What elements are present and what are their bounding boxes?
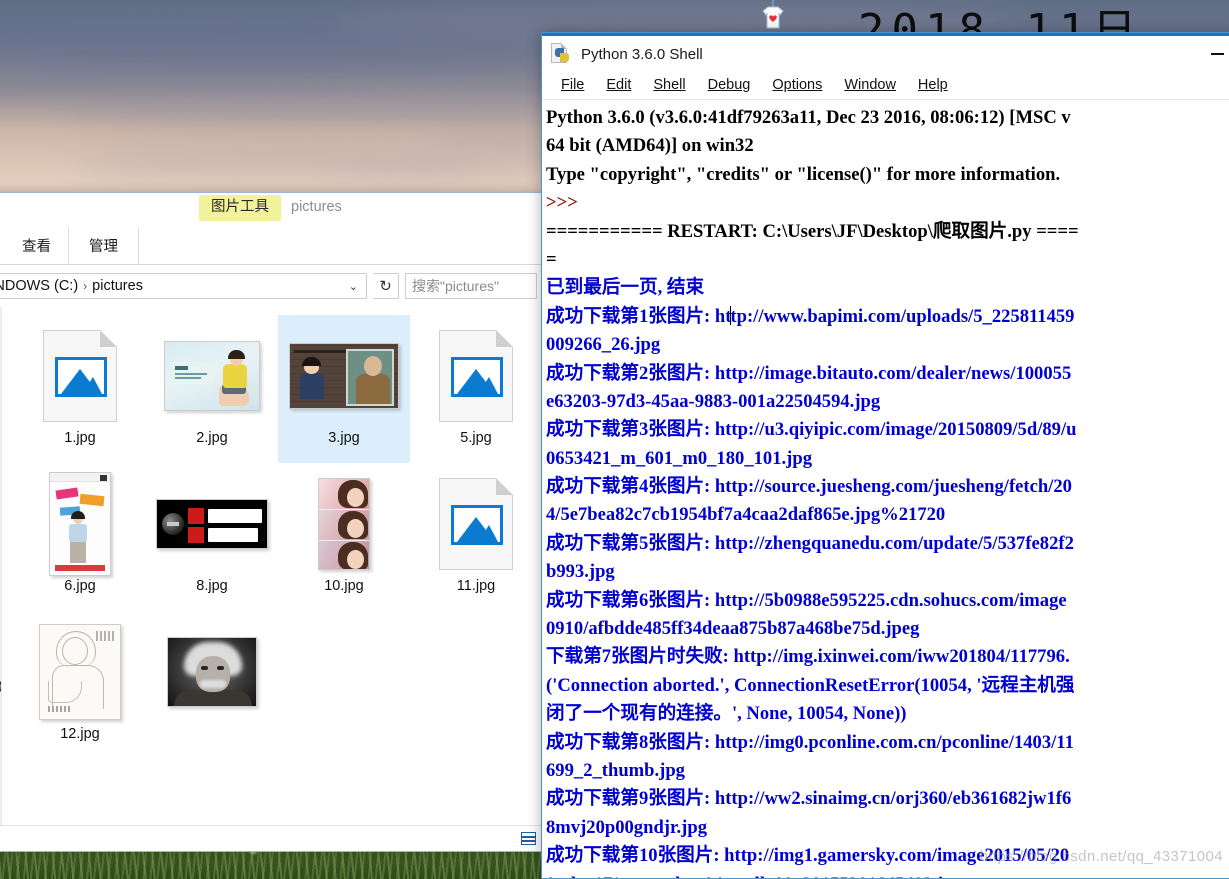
explorer-address-bar[interactable]: ⌄ ↑ « WINDOWS (C:) › pictures ⌄ ↻ 搜索"pic… (0, 265, 544, 307)
ribbon-tab-manage[interactable]: 管理 (68, 226, 139, 264)
explorer-title-bar[interactable]: 图片工具 pictures (0, 193, 544, 227)
search-input[interactable]: 搜索"pictures" (405, 273, 537, 299)
breadcrumb[interactable]: « WINDOWS (C:) › pictures ⌄ (0, 273, 367, 299)
menu-file[interactable]: File (550, 78, 595, 93)
shell-output-line: b993.jpg (546, 561, 615, 583)
ribbon-tab-view[interactable]: 查看 (5, 227, 68, 264)
shell-output-line: 成功下载第9张图片: http://ww2.sinaimg.cn/orj360/… (546, 788, 1072, 810)
file-tile[interactable]: 8.jpg (146, 463, 278, 611)
search-placeholder: 搜索"pictures" (412, 278, 499, 294)
picture-tools-tab[interactable]: 图片工具 (199, 195, 281, 221)
shell-output-line: 成功下载第2张图片: http://image.bitauto.com/deal… (546, 362, 1072, 384)
contextual-tab-group: 图片工具 pictures (199, 195, 342, 221)
file-tile[interactable]: 2.jpg (146, 315, 278, 463)
file-name-label: 2.jpg (196, 430, 228, 446)
shell-output-line: 成功下载第4张图片: http://source.juesheng.com/ju… (546, 476, 1072, 498)
photo-thumbnail (19, 619, 141, 724)
file-tile[interactable]: 5.jpg (410, 315, 542, 463)
explorer-ribbon-tabs[interactable]: 主页 共享 查看 管理 (0, 226, 544, 265)
minimize-icon (1210, 53, 1224, 55)
shell-output-line: 成功下载第5张图片: http://zhengquanedu.com/updat… (546, 532, 1074, 554)
tshirt-heart-icon (762, 0, 784, 29)
python-file-icon (551, 43, 572, 65)
file-name-label: 10.jpg (324, 578, 364, 594)
photo-thumbnail (151, 471, 273, 576)
shell-output-line: 699_2_thumb.jpg (546, 759, 685, 781)
generic-jpg-icon (415, 471, 537, 576)
menu-options[interactable]: Options (761, 78, 833, 93)
shell-output-line: 4/5e7bea82c7cb1954bf7a4caa2daf865e.jpg%2… (546, 504, 946, 526)
shell-window-title: Python 3.6.0 Shell (581, 45, 703, 63)
shell-menu-bar[interactable]: File Edit Shell Debug Options Window Hel… (542, 72, 1229, 100)
python-shell-window[interactable]: Python 3.6.0 Shell File Edit Shell Debug… (541, 32, 1229, 879)
file-tile[interactable] (146, 611, 278, 759)
shell-output-line: 成功下载第10张图片: http://img1.gamersky.com/ima… (546, 845, 1070, 867)
explorer-status-bar: 项 (0, 825, 544, 851)
menu-help[interactable]: Help (907, 78, 959, 93)
file-list-pane[interactable]: 1.jpg 2.jpg 3.jpg 5.jpg 6.jpg 8.jpg 10.jpg 11.j… (1, 307, 544, 825)
shell-output-line: 下载第7张图片时失败: http://img.ixinwei.com/iww20… (546, 646, 1070, 668)
file-tile[interactable]: 12.jpg (14, 611, 146, 759)
details-view-icon[interactable] (521, 832, 536, 845)
generic-jpg-icon (415, 323, 537, 428)
file-tile[interactable]: 1.jpg (14, 315, 146, 463)
photo-thumbnail (283, 323, 405, 428)
shell-output-line: 0910/afbdde485ff34deaa875b87a468be75d.jp… (546, 618, 920, 640)
file-tile[interactable]: 11.jpg (410, 463, 542, 611)
generic-jpg-icon (19, 323, 141, 428)
file-tile[interactable]: 3.jpg (278, 315, 410, 463)
cloud-streak (60, 92, 620, 126)
shell-output-line: 0653421_m_601_m0_180_101.jpg (546, 447, 812, 469)
chevron-down-icon[interactable]: ⌄ (345, 280, 362, 293)
file-name-label: 11.jpg (456, 578, 496, 594)
shell-output-line: =========== RESTART: C:\Users\JF\Desktop… (546, 220, 1079, 242)
file-explorer-window[interactable]: 图片工具 pictures 主页 共享 查看 管理 ⌄ ↑ « WINDOWS … (0, 192, 545, 852)
explorer-body: 快速访问OneDrive此电脑3D 对象Desktop视频图片文档下载音乐WIN… (0, 307, 544, 825)
shell-output-line: 闭了一个现有的连接。', None, 10054, None)) (546, 703, 907, 725)
shell-output-line: Python 3.6.0 (v3.6.0:41df79263a11, Dec 2… (546, 107, 1071, 128)
breadcrumb-separator: › (83, 279, 88, 293)
shell-output-area[interactable]: Python 3.6.0 (v3.6.0:41df79263a11, Dec 2… (542, 100, 1229, 878)
photo-thumbnail (19, 471, 141, 576)
minimize-button[interactable] (1194, 39, 1229, 69)
shell-output-line: 成功下载第3张图片: http://u3.qiyipic.com/image/2… (546, 419, 1077, 441)
shell-output-line: 009266_26.jpg (546, 334, 661, 356)
shell-output-line: 已到最后一页, 结束 (546, 277, 705, 299)
refresh-icon[interactable]: ↻ (373, 273, 399, 299)
explorer-window-title: pictures (291, 198, 342, 215)
menu-window[interactable]: Window (833, 78, 907, 93)
shell-output-line: 8mvj20p00gndjr.jpg (546, 816, 707, 838)
file-tile[interactable]: 10.jpg (278, 463, 410, 611)
file-name-label: 5.jpg (460, 430, 492, 446)
shell-output-line: 64 bit (AMD64)] on win32 (546, 135, 754, 157)
menu-edit[interactable]: Edit (595, 78, 642, 93)
file-name-label: 8.jpg (196, 578, 228, 594)
file-name-label: 12.jpg (60, 726, 100, 742)
file-name-label: 3.jpg (328, 430, 360, 446)
shell-output-line: 0ndr_17/gamersky_04small_08_201552016454… (544, 871, 1229, 878)
photo-thumbnail (283, 471, 405, 576)
shell-output-line: 成功下载第8张图片: http://img0.pconline.com.cn/p… (546, 731, 1074, 753)
photo-thumbnail (151, 323, 273, 428)
breadcrumb-drive[interactable]: WINDOWS (C:) (0, 278, 78, 294)
text-cursor (730, 305, 732, 325)
file-tile[interactable]: 6.jpg (14, 463, 146, 611)
shell-output-line: = (546, 248, 557, 270)
photo-thumbnail (151, 619, 273, 724)
file-name-label: 6.jpg (64, 578, 96, 594)
file-tile-grid[interactable]: 1.jpg 2.jpg 3.jpg 5.jpg 6.jpg 8.jpg 10.jpg 11.j… (2, 307, 544, 759)
file-name-label: 1.jpg (64, 430, 96, 446)
shell-output-line: Type "copyright", "credits" or "license(… (546, 163, 1061, 185)
shell-output-line: e63203-97d3-45aa-9883-001a22504594.jpg (546, 390, 881, 412)
shell-output-line: >>> (546, 192, 578, 214)
menu-debug[interactable]: Debug (697, 78, 762, 93)
shell-output-line: 成功下载第1张图片: http://www.bapimi.com/uploads… (546, 305, 1075, 327)
shell-output-line: ('Connection aborted.', ConnectionResetE… (546, 674, 1075, 696)
shell-output-line: 成功下载第6张图片: http://5b0988e595225.cdn.sohu… (546, 589, 1067, 611)
shell-title-bar[interactable]: Python 3.6.0 Shell (542, 36, 1229, 72)
breadcrumb-folder[interactable]: pictures (92, 278, 143, 294)
menu-shell[interactable]: Shell (642, 78, 696, 93)
